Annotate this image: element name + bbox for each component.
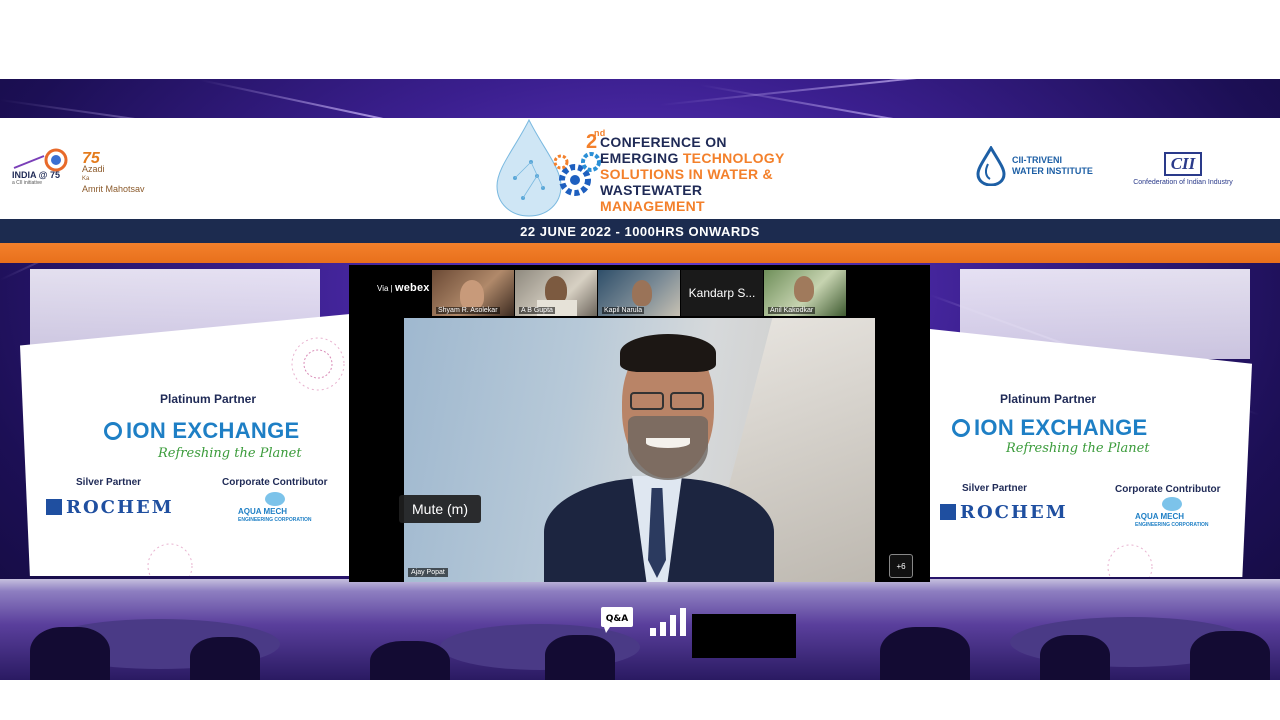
ion-exchange-name: ION EXCHANGE [126, 418, 300, 443]
aquamech-drop-icon [1161, 497, 1182, 511]
conference-title-line2a: EMERGING [600, 150, 683, 166]
conference-title-line2b: TECHNOLOGY [682, 150, 785, 166]
via-label: Via [377, 284, 389, 293]
network-graphic-icon [147, 543, 193, 576]
ion-exchange-name: ION EXCHANGE [974, 415, 1148, 440]
participant-video [460, 280, 484, 310]
aquamech-drop-icon [264, 492, 285, 506]
rochem-name: ROCHEM [960, 502, 1068, 523]
webex-meeting-window: Via | webex Shyam R. Asolekar A B Gupta … [349, 265, 930, 582]
speaker-glasses [670, 392, 704, 410]
speaker-beard [628, 416, 708, 480]
aquamech-name-a: AQUA [238, 507, 262, 516]
rochem-emblem-icon [46, 499, 62, 515]
webex-branding: Via | webex [377, 282, 430, 294]
rochem-logo: ROCHEM [46, 497, 174, 518]
cii-triveni-line1: CII-TRIVENI [1012, 155, 1063, 165]
network-graphic-icon [291, 337, 345, 391]
aquamech-subtitle: ENGINEERING CORPORATION [238, 517, 312, 523]
cii-triveni-line2: WATER INSTITUTE [1012, 166, 1093, 176]
speaker-hair [620, 334, 716, 372]
azadi-number: 75 [82, 150, 100, 167]
conference-edition-suffix: nd [594, 128, 606, 138]
participant-name: A B Gupta [519, 307, 555, 314]
ion-exchange-emblem-icon [104, 422, 122, 440]
aquamech-logo: AQUA MECH ENGINEERING CORPORATION [238, 492, 312, 525]
conference-title: 2 nd CONFERENCE ON EMERGING TECHNOLOGY S… [586, 128, 785, 214]
silver-partner-label: Silver Partner [962, 483, 1028, 494]
azadi-line3: Amrit Mahotsav [82, 184, 145, 194]
aquamech-name-b: MECH [1160, 512, 1185, 521]
sponsor-panel-left: Platinum Partner ION EXCHANGE Refreshing… [20, 314, 350, 576]
more-participants-button[interactable]: +6 [889, 554, 913, 578]
silver-partner-label: Silver Partner [76, 477, 142, 488]
mute-tooltip: Mute (m) [399, 495, 481, 523]
rochem-name: ROCHEM [66, 497, 174, 518]
aquamech-name-b: MECH [263, 507, 288, 516]
conference-title-line5: MANAGEMENT [600, 198, 705, 214]
participant-tile[interactable]: A B Gupta [515, 270, 597, 316]
cii-logo: CII Confederation of Indian Industry [1130, 152, 1236, 186]
stage-floor [0, 579, 1280, 680]
cii-logo-mark: CII [1164, 152, 1202, 176]
aquamech-subtitle: ENGINEERING CORPORATION [1135, 522, 1209, 528]
participant-name: Kandarp S... [688, 286, 756, 300]
speaker-smile [646, 438, 690, 448]
banner-accent-stripe [0, 243, 1280, 263]
participant-video [632, 280, 652, 306]
aquamech-name-a: AQUA [1135, 512, 1159, 521]
sponsor-panel-right: Platinum Partner ION EXCHANGE Refreshing… [930, 329, 1252, 577]
qa-icon[interactable]: Q&A [600, 606, 634, 634]
azadi-line1: Azadi [82, 164, 105, 174]
conference-title-line3: SOLUTIONS IN WATER & [600, 166, 773, 182]
ion-exchange-logo: ION EXCHANGE [104, 418, 300, 444]
azadi-ka-amrit-mahotsav-logo: 75 Azadi Ka Amrit Mahotsav [82, 150, 145, 195]
signal-strength-icon[interactable] [650, 608, 688, 636]
rochem-emblem-icon [940, 504, 956, 520]
corporate-contributor-label: Corporate Contributor [222, 477, 328, 488]
india-at-75-logo: INDIA @ 75 a CII initiative [12, 148, 76, 186]
azadi-line2: Ka [82, 176, 90, 182]
participant-tile[interactable]: Shyam R. Asolekar [432, 270, 514, 316]
participant-tile[interactable]: Anil Kakodkar [764, 270, 846, 316]
aquamech-logo: AQUA MECH ENGINEERING CORPORATION [1135, 497, 1209, 530]
cii-full-name: Confederation of Indian Industry [1133, 179, 1233, 186]
participant-name: Kapil Narula [602, 307, 645, 314]
india75-subtext: a CII initiative [12, 180, 43, 186]
rochem-logo: ROCHEM [940, 502, 1068, 523]
chair [30, 627, 110, 680]
platinum-partner-label: Platinum Partner [160, 392, 257, 406]
water-drop-icon [976, 146, 1006, 186]
active-speaker-video [404, 318, 875, 582]
speaker-glasses [630, 392, 664, 410]
redacted-control-area [692, 614, 796, 658]
chair [880, 627, 970, 680]
corporate-contributor-label: Corporate Contributor [1115, 484, 1221, 495]
chair [190, 637, 260, 680]
conference-title-line1: CONFERENCE ON [600, 134, 727, 150]
participant-name: Anil Kakodkar [768, 307, 816, 314]
ion-exchange-tagline: Refreshing the Planet [1006, 441, 1150, 456]
cii-triveni-logo: CII-TRIVENI WATER INSTITUTE [976, 146, 1093, 186]
participant-video [794, 276, 814, 302]
chair [370, 641, 450, 680]
ion-exchange-emblem-icon [952, 419, 970, 437]
participant-tile[interactable]: Kandarp S... [681, 270, 763, 316]
platinum-partner-label: Platinum Partner [1000, 392, 1097, 406]
network-graphic-icon [1107, 544, 1153, 577]
qa-icon-label: Q&A [606, 614, 628, 624]
webex-app-name: webex [394, 282, 430, 294]
participant-tile[interactable]: Kapil Narula [598, 270, 680, 316]
ion-exchange-logo: ION EXCHANGE [952, 415, 1148, 441]
conference-date-bar: 22 JUNE 2022 - 1000HRS ONWARDS [0, 219, 1280, 243]
india75-emblem-icon [13, 148, 68, 172]
conference-banner: INDIA @ 75 a CII initiative 75 Azadi Ka … [0, 118, 1280, 219]
chair [1190, 631, 1270, 680]
conference-title-line4: WASTEWATER [600, 182, 703, 198]
chair [545, 635, 615, 680]
participant-name: Shyam R. Asolekar [436, 307, 500, 314]
ion-exchange-tagline: Refreshing the Planet [158, 446, 302, 461]
active-speaker-name: Ajay Popat [408, 568, 448, 577]
chair [1040, 635, 1110, 680]
